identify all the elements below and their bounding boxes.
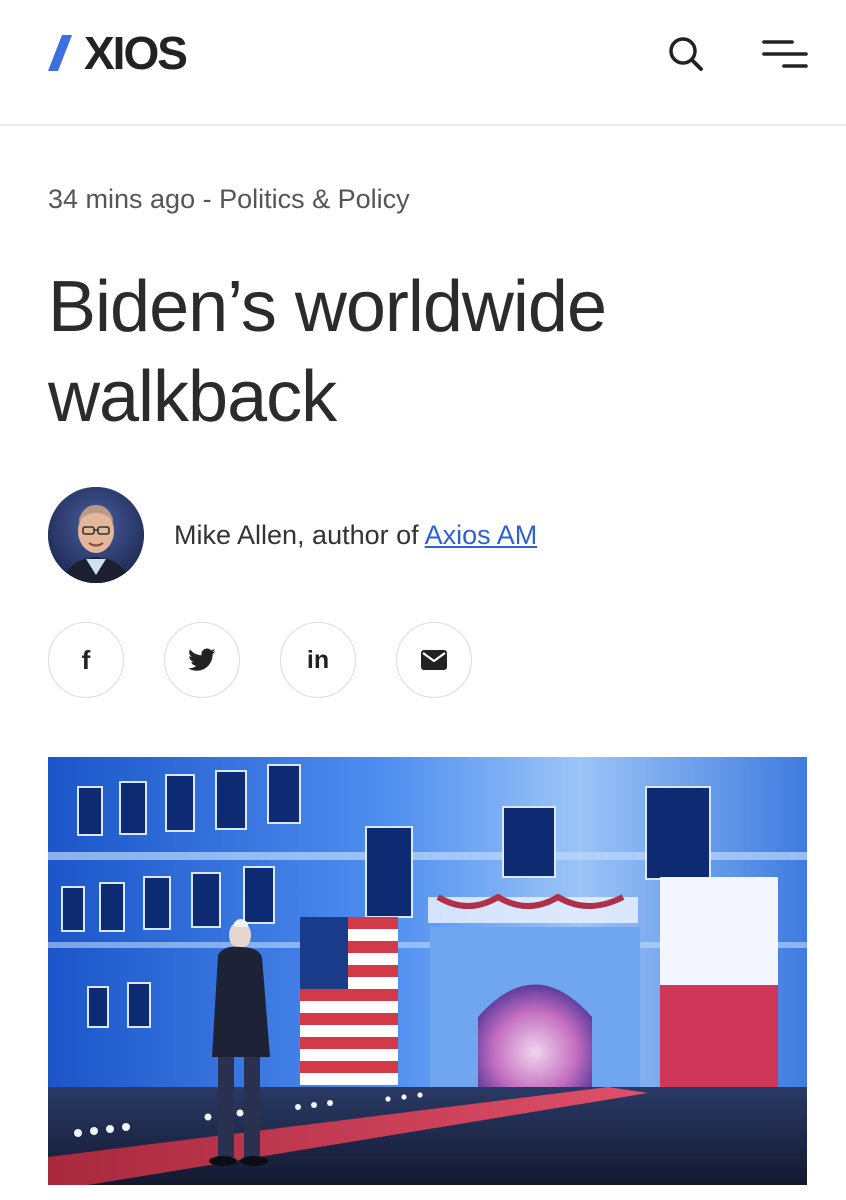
meta-separator: - bbox=[195, 184, 220, 214]
site-header: XIOS bbox=[0, 0, 846, 126]
byline: Mike Allen, author of Axios AM bbox=[48, 487, 537, 583]
category-link[interactable]: Politics & Policy bbox=[219, 184, 410, 214]
share-email-button[interactable] bbox=[396, 622, 472, 698]
article-headline: Biden’s worldwide walkback bbox=[48, 267, 607, 437]
menu-icon bbox=[762, 40, 808, 68]
twitter-icon bbox=[188, 648, 216, 671]
newsletter-link[interactable]: Axios AM bbox=[425, 520, 538, 550]
article-meta: 34 mins ago - Politics & Policy bbox=[48, 184, 410, 215]
byline-text: Mike Allen, author of Axios AM bbox=[174, 520, 537, 551]
share-bar: f in bbox=[48, 622, 472, 698]
logo-text: XIOS bbox=[84, 27, 188, 79]
timestamp: 34 mins ago bbox=[48, 184, 196, 214]
linkedin-icon: in bbox=[306, 645, 330, 674]
axios-logo[interactable]: XIOS bbox=[48, 27, 188, 79]
email-icon bbox=[421, 650, 447, 670]
facebook-icon: f bbox=[81, 645, 91, 675]
author-avatar[interactable] bbox=[48, 487, 144, 583]
byline-prefix: Mike Allen, author of bbox=[174, 519, 425, 550]
search-button[interactable] bbox=[664, 32, 708, 76]
menu-button[interactable] bbox=[758, 32, 810, 76]
share-twitter-button[interactable] bbox=[164, 622, 240, 698]
share-facebook-button[interactable]: f bbox=[48, 622, 124, 698]
hero-image bbox=[48, 757, 807, 1185]
share-linkedin-button[interactable]: in bbox=[280, 622, 356, 698]
search-icon bbox=[669, 37, 703, 71]
